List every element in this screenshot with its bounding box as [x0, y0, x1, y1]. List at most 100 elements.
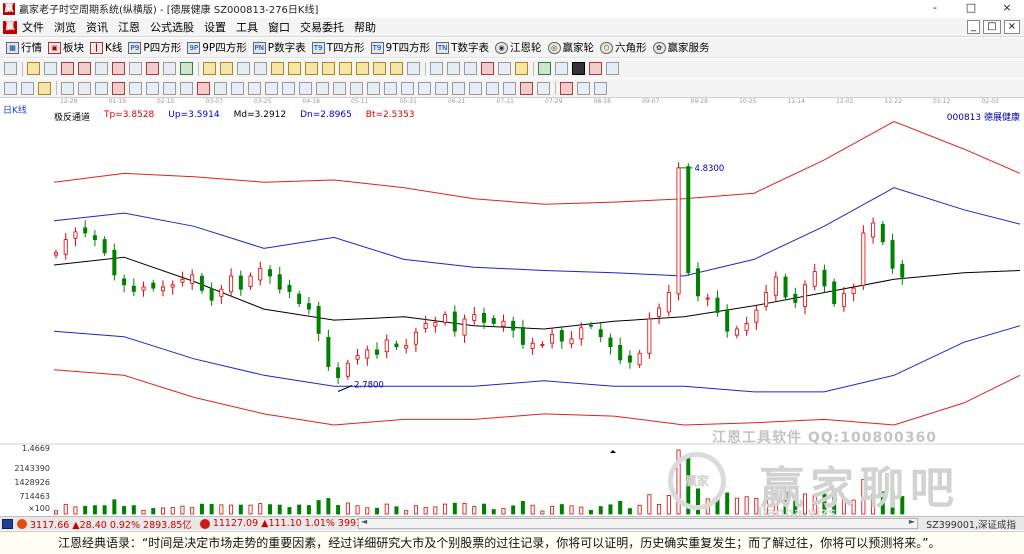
- save-template-icon[interactable]: [537, 81, 550, 95]
- line-tool-icon[interactable]: [61, 81, 74, 95]
- toolbar-winner-wheel-button[interactable]: ◎ 赢家轮: [547, 40, 594, 55]
- child-close-button[interactable]: ×: [1003, 20, 1020, 34]
- last-page-icon[interactable]: [220, 62, 233, 75]
- toolbar-sector-button[interactable]: ▣ 板块: [48, 40, 84, 55]
- arrow-tool-icon[interactable]: [464, 62, 477, 75]
- diamond-tool-8-icon[interactable]: [390, 62, 403, 75]
- gann-fan-icon[interactable]: [112, 81, 125, 95]
- bars-tool-icon[interactable]: [78, 62, 91, 75]
- shenzhen-index-text[interactable]: 11127.09 ▲111.10 1.01% 3993.91: [213, 518, 377, 529]
- diamond-tool-3-icon[interactable]: [305, 62, 318, 75]
- pitchfork-icon[interactable]: [384, 81, 397, 95]
- note-icon[interactable]: [38, 81, 51, 95]
- crosshair-icon[interactable]: [447, 62, 460, 75]
- ratio-tool-icon[interactable]: [146, 62, 159, 75]
- segment-tool-icon[interactable]: [95, 81, 108, 95]
- menu-settings[interactable]: 设置: [199, 19, 231, 35]
- diamond-tool-4-icon[interactable]: [322, 62, 335, 75]
- fibonacci-tool-icon[interactable]: [481, 62, 494, 75]
- menu-trade[interactable]: 交易委托: [295, 19, 349, 35]
- cycle-tool-icon[interactable]: [163, 81, 176, 95]
- channel-tool-icon[interactable]: [27, 62, 40, 75]
- gann-box-icon[interactable]: [418, 81, 431, 95]
- calendar-icon[interactable]: [538, 62, 551, 75]
- parallel-tool-icon[interactable]: [129, 81, 142, 95]
- table-icon[interactable]: [555, 62, 568, 75]
- chart-type-icon[interactable]: [589, 62, 602, 75]
- menu-tools[interactable]: 工具: [231, 19, 263, 35]
- erase-icon[interactable]: [469, 81, 482, 95]
- toolbar-gann-wheel-button[interactable]: ◉ 江恩轮: [495, 40, 542, 55]
- link-icon[interactable]: [606, 62, 619, 75]
- toolbar-kline-button[interactable]: ┃ K线: [90, 40, 122, 55]
- menu-window[interactable]: 窗口: [263, 19, 295, 35]
- spiral-tool-icon[interactable]: [265, 81, 278, 95]
- kline-tool-icon[interactable]: [61, 62, 74, 75]
- menu-info[interactable]: 资讯: [81, 19, 113, 35]
- circle-tool-icon[interactable]: [231, 81, 244, 95]
- scroll-right-icon[interactable]: ►: [909, 517, 915, 526]
- grid-tool-icon[interactable]: [44, 62, 57, 75]
- plus-tool-icon[interactable]: [112, 62, 125, 75]
- child-minimize-button[interactable]: _: [967, 20, 981, 34]
- grid-draw-icon[interactable]: [282, 81, 295, 95]
- ray-tool-icon[interactable]: [78, 81, 91, 95]
- toolbar-service-button[interactable]: ✿ 赢家服务: [652, 40, 710, 55]
- menu-file[interactable]: 文件: [17, 19, 49, 35]
- shanghai-index-text[interactable]: 3117.66 ▲28.40 0.92% 2893.85亿: [30, 517, 192, 531]
- bar-chart-tool-icon[interactable]: [129, 62, 142, 75]
- speed-line-icon[interactable]: [401, 81, 414, 95]
- text-tool-icon[interactable]: [498, 62, 511, 75]
- more-icon[interactable]: [594, 81, 607, 95]
- copy-icon[interactable]: [486, 81, 499, 95]
- child-restore-button[interactable]: □: [983, 20, 1001, 34]
- keyboard-icon[interactable]: [2, 518, 13, 529]
- first-page-icon[interactable]: [203, 62, 216, 75]
- paste-icon[interactable]: [503, 81, 516, 95]
- toolbar-p-square-button[interactable]: P9 P四方形: [128, 40, 181, 55]
- minimize-button[interactable]: -: [924, 0, 946, 16]
- dropdown-tool-icon[interactable]: [163, 62, 176, 75]
- diamond-tool-7-icon[interactable]: [373, 62, 386, 75]
- close-button[interactable]: ×: [996, 0, 1018, 16]
- wave-tool-icon[interactable]: [367, 81, 380, 95]
- diamond-tool-2-icon[interactable]: [288, 62, 301, 75]
- hand-tool-icon[interactable]: [430, 62, 443, 75]
- infinity-icon[interactable]: [577, 81, 590, 95]
- diamond-tool-5-icon[interactable]: [339, 62, 352, 75]
- toolbar-t-square-button[interactable]: T9 T四方形: [311, 40, 365, 55]
- square-tool-icon[interactable]: [197, 81, 210, 95]
- toolbar-hexagon-button[interactable]: ⬡ 六角形: [600, 40, 647, 55]
- menu-browse[interactable]: 浏览: [49, 19, 81, 35]
- dark-mode-icon[interactable]: [572, 62, 585, 75]
- menu-help[interactable]: 帮助: [349, 19, 381, 35]
- toolbar-quotes-button[interactable]: ▦ 行情: [6, 40, 42, 55]
- flag-tool-icon[interactable]: [180, 62, 193, 75]
- toolbar-9p-square-button[interactable]: 9P 9P四方形: [187, 40, 247, 55]
- grid-view-icon[interactable]: [407, 62, 420, 75]
- diamond-tool-1-icon[interactable]: [271, 62, 284, 75]
- next-icon[interactable]: [254, 62, 267, 75]
- lock-icon[interactable]: [520, 81, 533, 95]
- page-icon[interactable]: [21, 81, 34, 95]
- time-zone-icon[interactable]: [333, 81, 346, 95]
- measure-tool-icon[interactable]: [316, 81, 329, 95]
- menu-gann[interactable]: 江恩: [113, 19, 145, 35]
- shape-tool-icon[interactable]: [515, 62, 528, 75]
- toolbar-9t-square-button[interactable]: T9 9T四方形: [370, 40, 430, 55]
- diamond-tool-6-icon[interactable]: [356, 62, 369, 75]
- toolbar-t-table-button[interactable]: TN T数字表: [436, 40, 489, 55]
- document-icon[interactable]: 赢: [3, 20, 17, 34]
- period-tool-icon[interactable]: [180, 81, 193, 95]
- scroll-left-icon[interactable]: ◄: [361, 517, 367, 526]
- gann-grid-icon[interactable]: [435, 81, 448, 95]
- maximize-button[interactable]: □: [960, 0, 982, 16]
- menu-formula[interactable]: 公式选股: [145, 19, 199, 35]
- toolbar-p-table-button[interactable]: PN P数字表: [252, 40, 306, 55]
- horizontal-scrollbar[interactable]: ◄ ►: [358, 517, 918, 529]
- channel-draw-icon[interactable]: [146, 81, 159, 95]
- cursor-tool-icon[interactable]: [4, 62, 17, 75]
- delete-tool-icon[interactable]: [452, 81, 465, 95]
- record-icon[interactable]: [560, 81, 573, 95]
- arc-tool-icon[interactable]: [248, 81, 261, 95]
